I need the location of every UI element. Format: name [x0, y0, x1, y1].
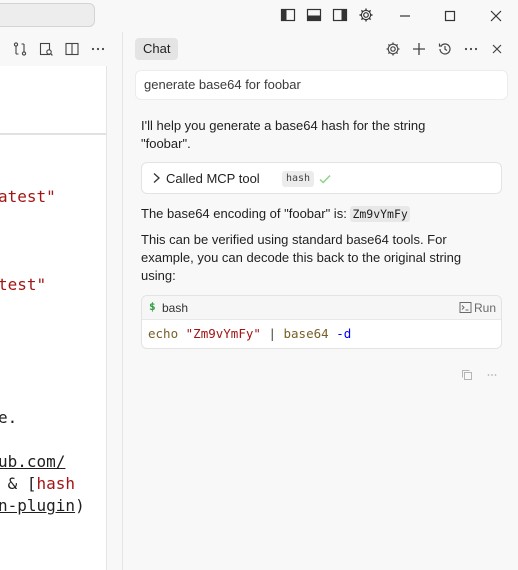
editor-toolbar: [0, 36, 122, 64]
code-block-header: $ bash Run: [142, 296, 501, 320]
run-button[interactable]: Run: [474, 300, 496, 316]
tool-name-badge: hash: [282, 171, 315, 187]
chat-panel: Chat generate base64 for foobar I'll hel…: [122, 32, 518, 570]
link-text[interactable]: n-plugin: [0, 496, 75, 515]
toggle-secondary-sidebar-icon[interactable]: [332, 7, 348, 23]
chevron-right-icon: [153, 173, 160, 183]
minimize-button[interactable]: [395, 6, 415, 26]
code-line: n-plugin): [0, 496, 85, 515]
chat-history-icon[interactable]: [437, 41, 453, 57]
code-editor[interactable]: atest" test" e. ub.com/ & [hash n-plugin…: [0, 66, 107, 570]
title-bar: [0, 0, 518, 32]
open-preview-icon[interactable]: [38, 41, 54, 57]
code-language: bash: [162, 301, 189, 315]
terminal-icon: [459, 302, 472, 313]
command-center[interactable]: [0, 3, 95, 27]
code-content: echo "Zm9vYmFy" | base64 -d: [148, 326, 352, 341]
maximize-button[interactable]: [440, 6, 460, 26]
split-editor-icon[interactable]: [64, 41, 80, 57]
chat-settings-gear-icon[interactable]: [385, 41, 401, 57]
toggle-primary-sidebar-icon[interactable]: [280, 7, 296, 23]
inline-code: Zm9vYmFy: [350, 206, 410, 222]
more-actions-icon[interactable]: [90, 41, 106, 57]
new-chat-plus-icon[interactable]: [411, 41, 427, 57]
code-block: $ bash Run echo "Zm9vYmFy" | base64 -d: [141, 295, 502, 349]
user-prompt: generate base64 for foobar: [135, 70, 508, 100]
code-line: atest": [0, 187, 56, 206]
verify-text: This can be verified using standard base…: [141, 232, 462, 283]
compare-changes-icon[interactable]: [12, 41, 28, 57]
code-line: test": [0, 275, 47, 294]
code-line: ub.com/: [0, 452, 65, 472]
code-line: e.: [0, 408, 18, 427]
close-icon: [490, 10, 502, 22]
maximize-icon: [444, 10, 456, 22]
tool-call-item[interactable]: Called MCP tool hash: [141, 162, 502, 194]
result-text: The base64 encoding of "foobar" is: Zm9v…: [141, 206, 410, 222]
copy-icon[interactable]: [461, 369, 473, 381]
assistant-intro: I'll help you generate a base64 hash for…: [141, 118, 426, 151]
tool-call-label: Called MCP tool: [166, 171, 260, 186]
terminal-dollar-icon: $: [149, 300, 156, 313]
toggle-panel-icon[interactable]: [306, 7, 322, 23]
chat-more-icon[interactable]: [463, 41, 479, 57]
message-more-icon[interactable]: [486, 369, 498, 381]
check-icon: [319, 175, 331, 184]
tab-chat[interactable]: Chat: [135, 38, 179, 60]
editor-scroll-gutter[interactable]: [107, 66, 122, 570]
editor-divider: [0, 133, 106, 135]
close-chat-icon[interactable]: [489, 41, 505, 57]
settings-gear-icon[interactable]: [358, 7, 374, 23]
code-line: & [hash: [0, 474, 76, 493]
minimize-icon: [400, 15, 410, 17]
link-text[interactable]: ub.com/: [0, 452, 65, 471]
close-window-button[interactable]: [486, 6, 506, 26]
